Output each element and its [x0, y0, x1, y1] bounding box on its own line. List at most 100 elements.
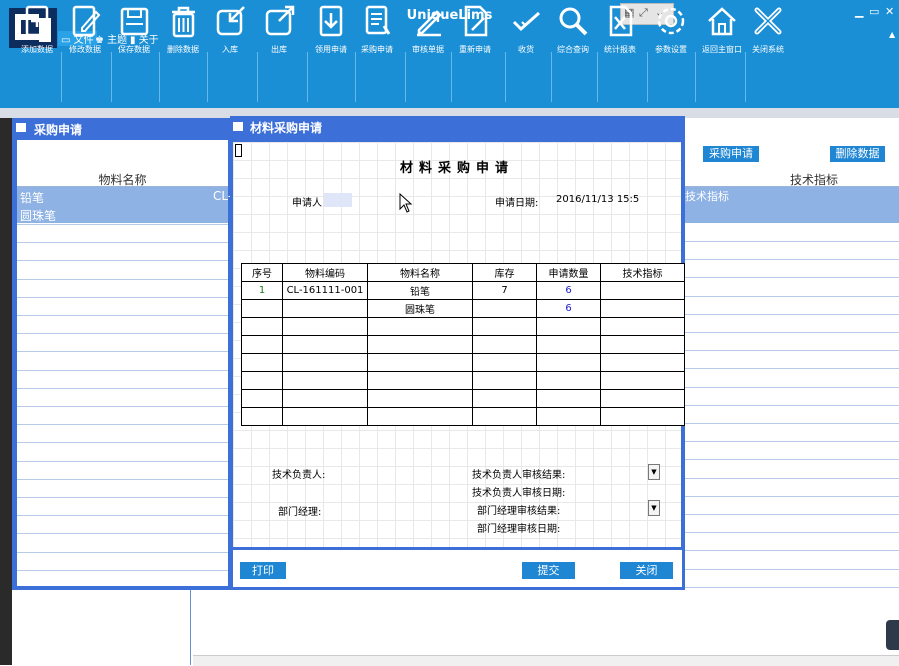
list-row-line	[17, 241, 228, 244]
table-cell[interactable]: 6	[536, 299, 601, 318]
table-cell[interactable]	[367, 389, 473, 408]
table-cell[interactable]	[367, 407, 473, 426]
applicant-field[interactable]	[324, 193, 352, 207]
table-cell[interactable]: CL-161111-001	[282, 281, 368, 300]
toolbar-button-7[interactable]: 采购申请	[358, 0, 396, 60]
list-row-line	[685, 495, 899, 497]
print-button[interactable]: 打印	[240, 562, 286, 579]
table-cell[interactable]	[367, 371, 473, 390]
table-cell[interactable]	[472, 353, 537, 372]
toolbar-button-15[interactable]: 关闭系统	[748, 0, 788, 60]
help-icon[interactable]	[886, 620, 899, 650]
table-cell[interactable]: 圆珠笔	[367, 299, 473, 318]
date-label: 申请日期:	[495, 198, 539, 209]
list-row-line	[685, 350, 899, 352]
toolbar-separator	[647, 52, 648, 102]
table-cell[interactable]	[600, 317, 685, 336]
table-cell[interactable]	[472, 389, 537, 408]
close-window-button[interactable]: ✕	[885, 5, 894, 18]
list-row-line	[17, 259, 228, 262]
table-cell[interactable]	[600, 389, 685, 408]
list-item-pencil[interactable]: 铅笔	[20, 189, 44, 206]
toolbar-button-2[interactable]: 保存数据	[114, 0, 154, 60]
collapse-ribbon-icon[interactable]: ▲	[889, 30, 895, 39]
table-cell[interactable]	[282, 317, 368, 336]
toolbar-button-5[interactable]: 出库	[260, 0, 298, 60]
table-cell[interactable]	[536, 371, 601, 390]
table-cell[interactable]	[241, 389, 283, 408]
minimize-button[interactable]: ▁	[855, 5, 863, 18]
table-cell[interactable]	[536, 317, 601, 336]
table-cell[interactable]: 6	[536, 281, 601, 300]
table-cell[interactable]	[472, 407, 537, 426]
form-title: 材料采购申请	[399, 161, 514, 176]
dept-review-dropdown[interactable]: ▼	[648, 500, 660, 516]
toolbar-button-12[interactable]: 统计报表	[600, 0, 640, 60]
list-row-line	[17, 332, 228, 335]
toolbar-button-13[interactable]: 参数设置	[650, 0, 692, 60]
toolbar-button-3[interactable]: 删除数据	[162, 0, 204, 60]
restore-button[interactable]: ▭	[869, 5, 879, 18]
table-cell[interactable]	[282, 389, 368, 408]
list-item-ballpen[interactable]: 圆珠笔	[20, 207, 56, 224]
table-cell[interactable]	[241, 299, 283, 318]
table-cell[interactable]: 7	[472, 281, 537, 300]
list-row-line	[685, 386, 899, 388]
submit-button[interactable]: 提交	[522, 562, 575, 579]
table-cell[interactable]	[600, 353, 685, 372]
table-row	[241, 371, 685, 390]
purchase-request-button[interactable]: 采购申请	[703, 146, 759, 162]
table-cell[interactable]	[472, 335, 537, 354]
table-cell[interactable]	[282, 407, 368, 426]
toolbar-button-11[interactable]: 综合查询	[554, 0, 592, 60]
toolbar-button-9[interactable]: 重新申请	[454, 0, 496, 60]
date-field[interactable]: 2016/11/13 15:5	[556, 194, 639, 205]
tech-review-dropdown[interactable]: ▼	[648, 464, 660, 480]
toolbar-button-6[interactable]: 领用申请	[310, 0, 352, 60]
table-cell[interactable]	[536, 353, 601, 372]
horizontal-scrollbar[interactable]	[193, 655, 899, 666]
toolbar-button-14[interactable]: 返回主窗口	[698, 0, 746, 60]
table-cell[interactable]	[472, 317, 537, 336]
table-cell[interactable]	[241, 407, 283, 426]
table-cell[interactable]	[536, 389, 601, 408]
table-cell[interactable]	[367, 317, 473, 336]
table-cell[interactable]	[282, 299, 368, 318]
toolbar-button-label: 保存数据	[118, 45, 150, 54]
table-cell[interactable]	[367, 353, 473, 372]
toolbar-button-0[interactable]: 添加数据	[18, 0, 56, 60]
table-cell[interactable]	[241, 335, 283, 354]
table-cell[interactable]	[536, 407, 601, 426]
dialog-close-button[interactable]: 关闭	[620, 562, 673, 579]
table-cell[interactable]	[282, 353, 368, 372]
toolbar-button-10[interactable]: 收货	[508, 0, 544, 60]
toolbar-button-label: 删除数据	[167, 45, 199, 54]
material-name-header: 物料名称	[17, 171, 228, 187]
excel-icon	[609, 5, 633, 37]
toolbar-button-4[interactable]: 入库	[210, 0, 250, 60]
table-cell[interactable]	[282, 335, 368, 354]
table-cell[interactable]	[241, 353, 283, 372]
table-cell[interactable]	[600, 407, 685, 426]
table-cell[interactable]	[472, 371, 537, 390]
table-cell[interactable]	[241, 371, 283, 390]
table-cell[interactable]	[472, 299, 537, 318]
table-cell[interactable]	[536, 335, 601, 354]
table-cell[interactable]	[600, 299, 685, 318]
list-row-line	[17, 460, 228, 462]
trash-icon	[172, 6, 195, 38]
table-row: 圆珠笔 6	[241, 299, 685, 318]
list-row-line	[685, 332, 899, 333]
toolbar-button-1[interactable]: 修改数据	[64, 0, 106, 60]
table-cell[interactable]: 铅笔	[367, 281, 473, 300]
toolbar-button-label: 收货	[518, 45, 534, 54]
table-cell[interactable]	[241, 317, 283, 336]
table-cell[interactable]: 1	[241, 281, 283, 300]
delete-data-button[interactable]: 删除数据	[830, 146, 885, 162]
toolbar-button-8[interactable]: 审核单据	[408, 0, 448, 60]
table-cell[interactable]	[600, 371, 685, 390]
table-cell[interactable]	[282, 371, 368, 390]
table-cell[interactable]	[367, 335, 473, 354]
table-cell[interactable]	[600, 335, 685, 354]
table-cell[interactable]	[600, 281, 685, 300]
